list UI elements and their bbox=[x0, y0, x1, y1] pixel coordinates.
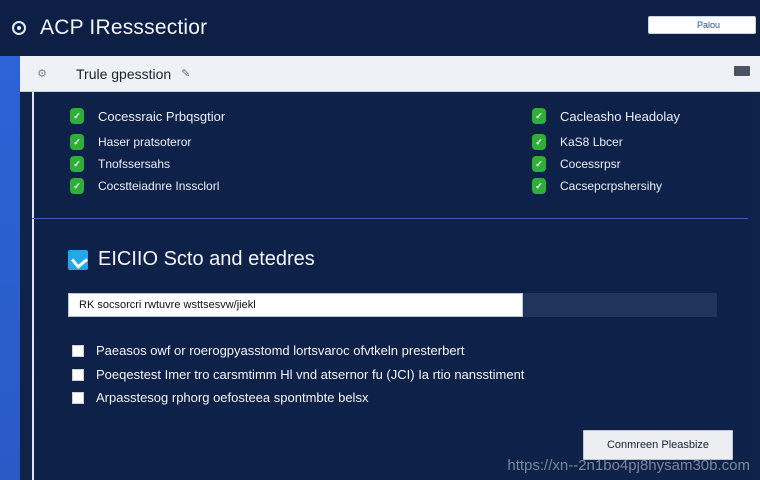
check-item-right-1: ✓ Cacleasho Headolay bbox=[532, 107, 680, 125]
check-label: Cacleasho Headolay bbox=[560, 108, 680, 124]
app-logo-icon bbox=[12, 21, 26, 35]
check-icon: ✓ bbox=[532, 178, 546, 194]
check-label: Cacsepcrpshersihy bbox=[560, 179, 663, 193]
check-label: Tnofssersahs bbox=[98, 157, 171, 171]
check-summary: ✓ Cocessraic Prbqsgtior ✓ Haser pratsote… bbox=[32, 92, 748, 219]
title-bar: ACP IResssectior Palou bbox=[0, 0, 760, 56]
check-item-right-3: ✓ Cocessrpsr bbox=[532, 155, 621, 173]
check-icon: ✓ bbox=[532, 108, 546, 124]
primary-action-button[interactable]: Conmreen Pleasbize bbox=[583, 430, 733, 460]
checkbox[interactable] bbox=[72, 344, 84, 357]
section-text-input[interactable] bbox=[68, 293, 523, 317]
check-label: Cocessrpsr bbox=[560, 157, 621, 171]
input-row bbox=[68, 293, 718, 317]
option-3[interactable]: Arpasstesog rphorg oefosteea spontmbte b… bbox=[72, 390, 368, 405]
app-title: ACP IResssectior bbox=[40, 16, 208, 39]
check-label: Haser pratsoteror bbox=[98, 135, 192, 149]
checkbox[interactable] bbox=[72, 368, 84, 381]
window-title: Trule gpesstion bbox=[76, 65, 172, 82]
option-2[interactable]: Poeqestest Imer tro carsmtimm Hl vnd ats… bbox=[72, 367, 524, 382]
check-label: KaS8 Lbcer bbox=[560, 135, 623, 149]
gear-icon[interactable]: ⚙ bbox=[36, 68, 48, 80]
info-icon bbox=[68, 249, 88, 270]
check-icon: ✓ bbox=[70, 178, 84, 194]
check-item-left-1: ✓ Cocessraic Prbqsgtior bbox=[70, 107, 225, 125]
pencil-icon[interactable]: ✎ bbox=[181, 67, 190, 80]
window-header: ⚙ Trule gpesstion ✎ bbox=[20, 56, 760, 92]
watermark-text: https://xn--2n1bo4pj8hysam30b.com bbox=[507, 457, 750, 474]
minimize-icon[interactable] bbox=[734, 66, 750, 76]
left-accent-strip bbox=[0, 56, 20, 480]
option-label: Paeasos owf or roerogpyasstomd lortsvaro… bbox=[96, 343, 465, 358]
check-label: Cocessraic Prbqsgtior bbox=[98, 108, 226, 124]
option-label: Poeqestest Imer tro carsmtimm Hl vnd ats… bbox=[96, 367, 525, 382]
check-item-right-2: ✓ KaS8 Lbcer bbox=[532, 133, 623, 151]
check-item-left-2: ✓ Haser pratsoteror bbox=[70, 133, 191, 151]
checkbox[interactable] bbox=[72, 391, 84, 404]
check-icon: ✓ bbox=[532, 156, 546, 172]
check-item-left-4: ✓ Cocstteiadnre Inssclorl bbox=[70, 177, 219, 195]
check-label: Cocstteiadnre Inssclorl bbox=[98, 179, 220, 193]
main-window: ⚙ Trule gpesstion ✎ ✓ Cocessraic Prbqsgt… bbox=[20, 56, 760, 480]
section-heading: EICIIO Scto and etedres bbox=[68, 248, 315, 271]
check-icon: ✓ bbox=[532, 134, 546, 150]
input-addon bbox=[523, 293, 717, 317]
section-title: EICIIO Scto and etedres bbox=[98, 248, 315, 270]
option-label: Arpasstesog rphorg oefosteea spontmbte b… bbox=[96, 390, 369, 405]
content-panel: ✓ Cocessraic Prbqsgtior ✓ Haser pratsote… bbox=[32, 92, 748, 480]
check-item-right-4: ✓ Cacsepcrpshersihy bbox=[532, 177, 662, 195]
check-icon: ✓ bbox=[70, 134, 84, 150]
check-icon: ✓ bbox=[70, 156, 84, 172]
top-search-field[interactable]: Palou bbox=[648, 16, 756, 34]
check-icon: ✓ bbox=[70, 108, 84, 124]
check-item-left-3: ✓ Tnofssersahs bbox=[70, 155, 170, 173]
option-1[interactable]: Paeasos owf or roerogpyasstomd lortsvaro… bbox=[72, 343, 465, 358]
